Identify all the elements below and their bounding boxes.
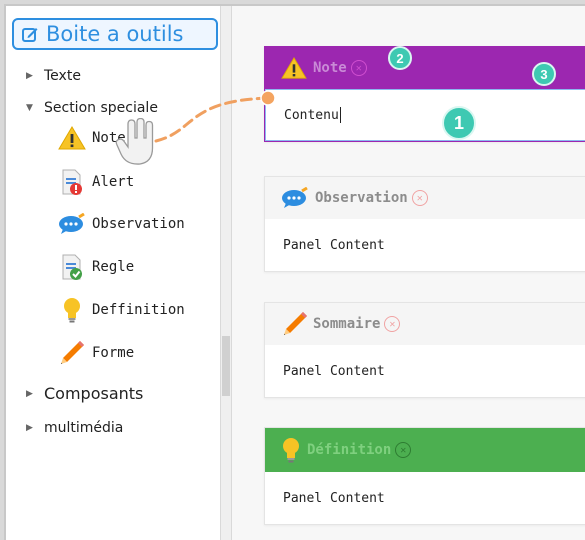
panel-header[interactable]: Observation ✕ [265, 177, 585, 219]
caret-right-icon: ▶ [26, 71, 33, 81]
lightbulb-icon [283, 438, 299, 463]
canvas-area: Note ✕ Contenu Observation ✕ Panel Conte… [232, 6, 585, 540]
tool-forme[interactable]: Forme [58, 339, 134, 367]
tree-item-section-speciale[interactable]: ▼ Section speciale [26, 100, 158, 116]
toolbox-sidebar: Boite a outils ▶ Texte ▼ Section special… [6, 6, 221, 540]
warning-icon [58, 124, 86, 152]
panel-body[interactable]: Panel Content [265, 219, 585, 271]
panel-title[interactable]: Observation [315, 190, 408, 206]
caret-right-icon: ▶ [26, 388, 33, 399]
tree-item-label: multimédia [44, 420, 124, 436]
text-cursor [339, 107, 341, 123]
lightbulb-icon [58, 296, 86, 324]
speech-bubble-icon [58, 210, 86, 238]
tree-item-texte[interactable]: ▶ Texte [26, 68, 81, 84]
tool-label: Deffinition [92, 302, 185, 318]
panel-content-text[interactable]: Contenu [284, 108, 339, 123]
badge-1: 1 [442, 106, 476, 140]
check-document-icon [58, 253, 86, 281]
hand-cursor-icon [115, 118, 154, 165]
tree-item-multimedia[interactable]: ▶ multimédia [26, 420, 123, 436]
toolbox-title[interactable]: Boite a outils [12, 18, 218, 50]
panel-title[interactable]: Note [313, 60, 347, 76]
scrollbar-thumb[interactable] [222, 336, 230, 396]
edit-icon [22, 28, 38, 42]
panel-header[interactable]: Sommaire ✕ [265, 303, 585, 345]
badge-2: 2 [388, 46, 412, 70]
close-icon[interactable]: ✕ [384, 316, 401, 332]
app-window: Boite a outils ▶ Texte ▼ Section special… [4, 4, 585, 540]
tool-deffinition[interactable]: Deffinition [58, 296, 185, 324]
badge-3: 3 [532, 62, 556, 86]
tree-item-label: Texte [44, 68, 81, 84]
panel-note[interactable]: Note ✕ Contenu [264, 46, 585, 142]
alert-document-icon [58, 168, 86, 196]
panel-content-text[interactable]: Panel Content [283, 491, 385, 506]
pencil-icon [58, 339, 86, 367]
warning-icon [281, 56, 307, 79]
panel-title[interactable]: Sommaire [313, 316, 380, 332]
panel-body[interactable]: Panel Content [265, 345, 585, 397]
sidebar-scrollbar[interactable] [220, 6, 232, 540]
tree-item-label: Composants [44, 384, 144, 403]
caret-right-icon: ▶ [26, 423, 33, 433]
tool-label: Forme [92, 345, 135, 361]
panel-sommaire[interactable]: Sommaire ✕ Panel Content [264, 302, 585, 398]
close-icon[interactable]: ✕ [411, 190, 428, 206]
tool-label: Observation [92, 216, 185, 232]
panel-content-text[interactable]: Panel Content [283, 238, 385, 253]
panel-title[interactable]: Définition [307, 442, 391, 458]
panel-definition[interactable]: Définition ✕ Panel Content [264, 427, 585, 525]
tool-observation[interactable]: Observation [58, 210, 185, 238]
tool-label: Regle [92, 259, 135, 275]
close-icon[interactable]: ✕ [350, 60, 367, 76]
pencil-icon [284, 312, 307, 335]
panel-content-input[interactable]: Contenu [265, 89, 585, 141]
tool-regle[interactable]: Regle [58, 253, 134, 281]
tree-item-composants[interactable]: ▶ Composants [26, 384, 143, 403]
caret-down-icon: ▼ [26, 103, 33, 113]
panel-observation[interactable]: Observation ✕ Panel Content [264, 176, 585, 272]
speech-bubble-icon [282, 187, 308, 208]
panel-header[interactable]: Définition ✕ [265, 428, 585, 472]
tree-item-label: Section speciale [44, 100, 158, 116]
tool-label: Alert [92, 174, 135, 190]
close-icon[interactable]: ✕ [395, 442, 412, 458]
tool-alert[interactable]: Alert [58, 168, 134, 196]
panel-content-text[interactable]: Panel Content [283, 364, 385, 379]
toolbox-title-label: Boite a outils [46, 22, 184, 46]
panel-body[interactable]: Panel Content [265, 472, 585, 524]
